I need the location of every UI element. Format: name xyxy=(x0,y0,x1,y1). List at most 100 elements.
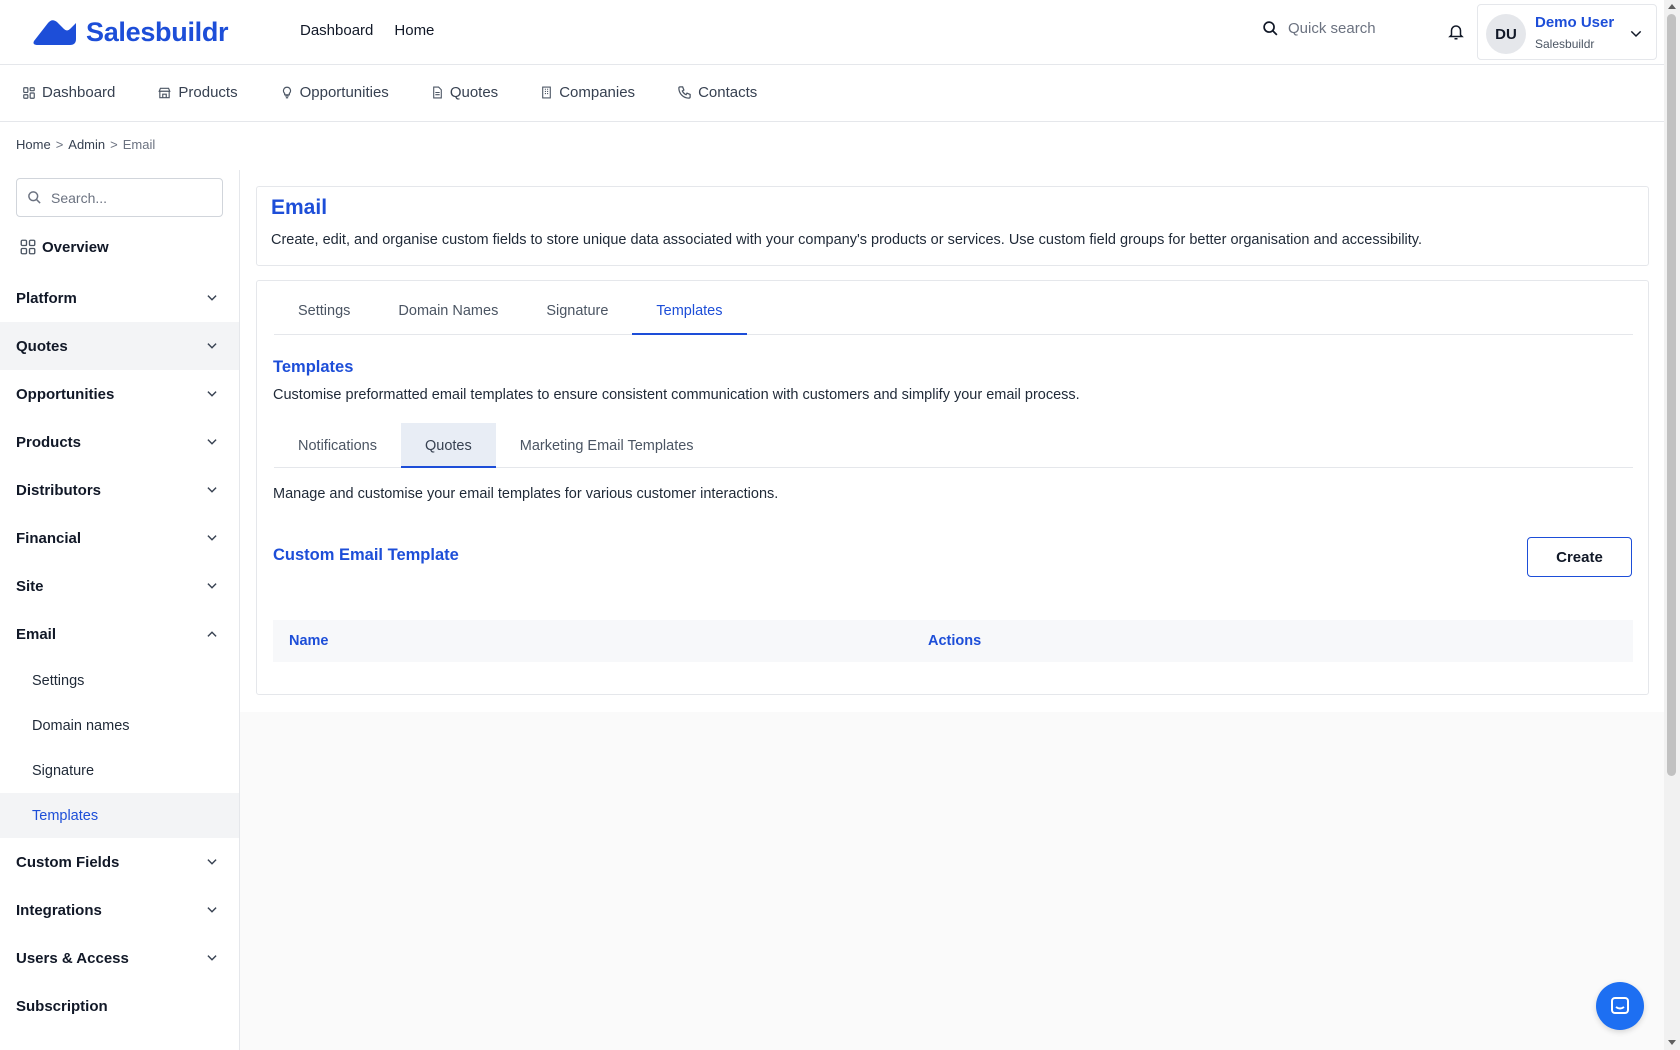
breadcrumb-home[interactable]: Home xyxy=(16,137,51,152)
grid-icon xyxy=(20,239,36,255)
tab-domain-names[interactable]: Domain Names xyxy=(374,281,522,335)
sidebar-group-site[interactable]: Site xyxy=(0,562,239,610)
custom-email-template-title: Custom Email Template xyxy=(273,546,459,564)
sidebar-group-label: Custom Fields xyxy=(16,853,120,871)
chat-launcher-button[interactable] xyxy=(1596,982,1644,1030)
chevron-down-icon xyxy=(207,295,217,301)
user-name: Demo User xyxy=(1535,14,1615,31)
scroll-up-arrow-icon[interactable] xyxy=(1668,4,1676,9)
breadcrumb-admin[interactable]: Admin xyxy=(68,137,105,152)
create-button[interactable]: Create xyxy=(1527,537,1632,577)
sidebar-search-input[interactable] xyxy=(51,189,201,206)
chevron-down-icon xyxy=(207,535,217,541)
nav-contacts[interactable]: Contacts xyxy=(677,84,757,101)
nav-quotes[interactable]: Quotes xyxy=(431,84,498,101)
nav-dashboard-label: Dashboard xyxy=(42,84,116,101)
subtab-notifications[interactable]: Notifications xyxy=(274,423,401,468)
grid-icon xyxy=(23,86,35,99)
chevron-up-icon xyxy=(207,631,217,637)
breadcrumb: Home > Admin > Email xyxy=(16,137,155,152)
chevron-down-icon xyxy=(207,583,217,589)
page-scrollbar[interactable] xyxy=(1664,0,1680,1050)
tab-settings[interactable]: Settings xyxy=(274,281,374,335)
nav-quotes-label: Quotes xyxy=(449,84,499,101)
chat-icon xyxy=(1611,997,1629,1014)
sidebar-group-custom-fields[interactable]: Custom Fields xyxy=(0,838,239,886)
quick-search[interactable] xyxy=(1262,20,1428,37)
top-nav-dashboard[interactable]: Dashboard xyxy=(300,22,373,39)
sidebar-group-financial[interactable]: Financial xyxy=(0,514,239,562)
lightbulb-icon xyxy=(282,86,291,99)
sidebar-group-subscription[interactable]: Subscription xyxy=(0,982,239,1030)
top-nav: Dashboard Home xyxy=(300,22,434,39)
subtab-marketing-email-templates[interactable]: Marketing Email Templates xyxy=(496,423,718,468)
nav-dashboard[interactable]: Dashboard xyxy=(22,84,115,101)
subtab-quotes[interactable]: Quotes xyxy=(400,423,496,468)
store-icon xyxy=(158,87,172,98)
search-icon xyxy=(1263,21,1278,36)
email-header-card: Email Create, edit, and organise custom … xyxy=(256,186,1649,266)
tab-signature[interactable]: Signature xyxy=(522,281,632,335)
sidebar-group-label: Users & Access xyxy=(16,949,129,967)
search-icon xyxy=(28,191,41,204)
chevron-down-icon xyxy=(1630,30,1642,38)
brand-name: Salesbuildr xyxy=(86,16,229,47)
email-content-card: Settings Domain Names Signature Template… xyxy=(256,280,1649,695)
sidebar-item-email-templates[interactable]: Templates xyxy=(0,793,239,838)
tab-templates[interactable]: Templates xyxy=(632,281,747,335)
page-title: Email xyxy=(271,196,328,219)
bell-icon xyxy=(1448,25,1464,40)
chevron-down-icon xyxy=(207,487,217,493)
scrollbar-thumb[interactable] xyxy=(1667,14,1676,776)
sidebar-group-email[interactable]: Email xyxy=(0,610,239,658)
sidebar-group-quotes[interactable]: Quotes xyxy=(0,322,239,370)
top-nav-home[interactable]: Home xyxy=(394,22,434,39)
building-icon xyxy=(542,86,552,99)
sidebar-group-label: Subscription xyxy=(16,997,108,1015)
nav-companies[interactable]: Companies xyxy=(540,84,635,101)
sidebar-group-distributors[interactable]: Distributors xyxy=(0,466,239,514)
sidebar-group-opportunities[interactable]: Opportunities xyxy=(0,370,239,418)
sidebar-group-label: Financial xyxy=(16,529,82,547)
sidebar-group-users-access[interactable]: Users & Access xyxy=(0,934,239,982)
phone-icon xyxy=(678,86,691,99)
chevron-down-icon xyxy=(207,907,217,913)
sidebar-search[interactable] xyxy=(16,178,223,217)
sidebar-group-label: Opportunities xyxy=(16,385,115,403)
sidebar-group-label: Distributors xyxy=(16,481,102,499)
sidebar-item-overview[interactable]: Overview xyxy=(19,238,109,256)
column-header-name[interactable]: Name xyxy=(289,633,329,649)
sidebar-group-label: Products xyxy=(16,433,82,451)
templates-title: Templates xyxy=(273,358,354,376)
chevron-down-icon xyxy=(207,439,217,445)
top-bar: Salesbuildr Dashboard Home DU Demo User … xyxy=(0,0,1664,65)
logo[interactable]: Salesbuildr xyxy=(32,16,229,48)
sidebar-item-email-domain-names[interactable]: Domain names xyxy=(0,703,239,748)
sidebar-group-platform[interactable]: Platform xyxy=(0,274,239,322)
nav-products-label: Products xyxy=(178,84,238,101)
quick-search-input[interactable] xyxy=(1288,20,1428,37)
breadcrumb-current: Email xyxy=(122,137,156,152)
user-menu[interactable]: DU Demo User Salesbuildr xyxy=(1477,4,1657,60)
breadcrumb-separator: > xyxy=(110,137,118,152)
sidebar-group-label: Quotes xyxy=(16,337,68,355)
nav-products[interactable]: Products xyxy=(157,84,238,101)
email-tabs: Settings Domain Names Signature Template… xyxy=(274,281,1633,335)
notifications-button[interactable] xyxy=(1447,22,1465,47)
nav-opportunities[interactable]: Opportunities xyxy=(280,84,389,101)
sidebar-group-label: Integrations xyxy=(16,901,102,919)
nav-contacts-label: Contacts xyxy=(698,84,758,101)
column-header-actions: Actions xyxy=(928,633,982,649)
sidebar-item-overview-label: Overview xyxy=(42,238,109,256)
scroll-down-arrow-icon[interactable] xyxy=(1668,1040,1676,1045)
sidebar-item-email-signature[interactable]: Signature xyxy=(0,748,239,793)
table-header: Name Actions xyxy=(273,620,1633,662)
sidebar-item-email-settings[interactable]: Settings xyxy=(0,658,239,703)
chevron-down-icon xyxy=(207,955,217,961)
manage-description: Manage and customise your email template… xyxy=(273,486,779,502)
sidebar-group-products[interactable]: Products xyxy=(0,418,239,466)
chevron-down-icon xyxy=(207,859,217,865)
sidebar-group-integrations[interactable]: Integrations xyxy=(0,886,239,934)
sidebar-group-label: Platform xyxy=(16,289,77,307)
chevron-down-icon xyxy=(207,391,217,397)
